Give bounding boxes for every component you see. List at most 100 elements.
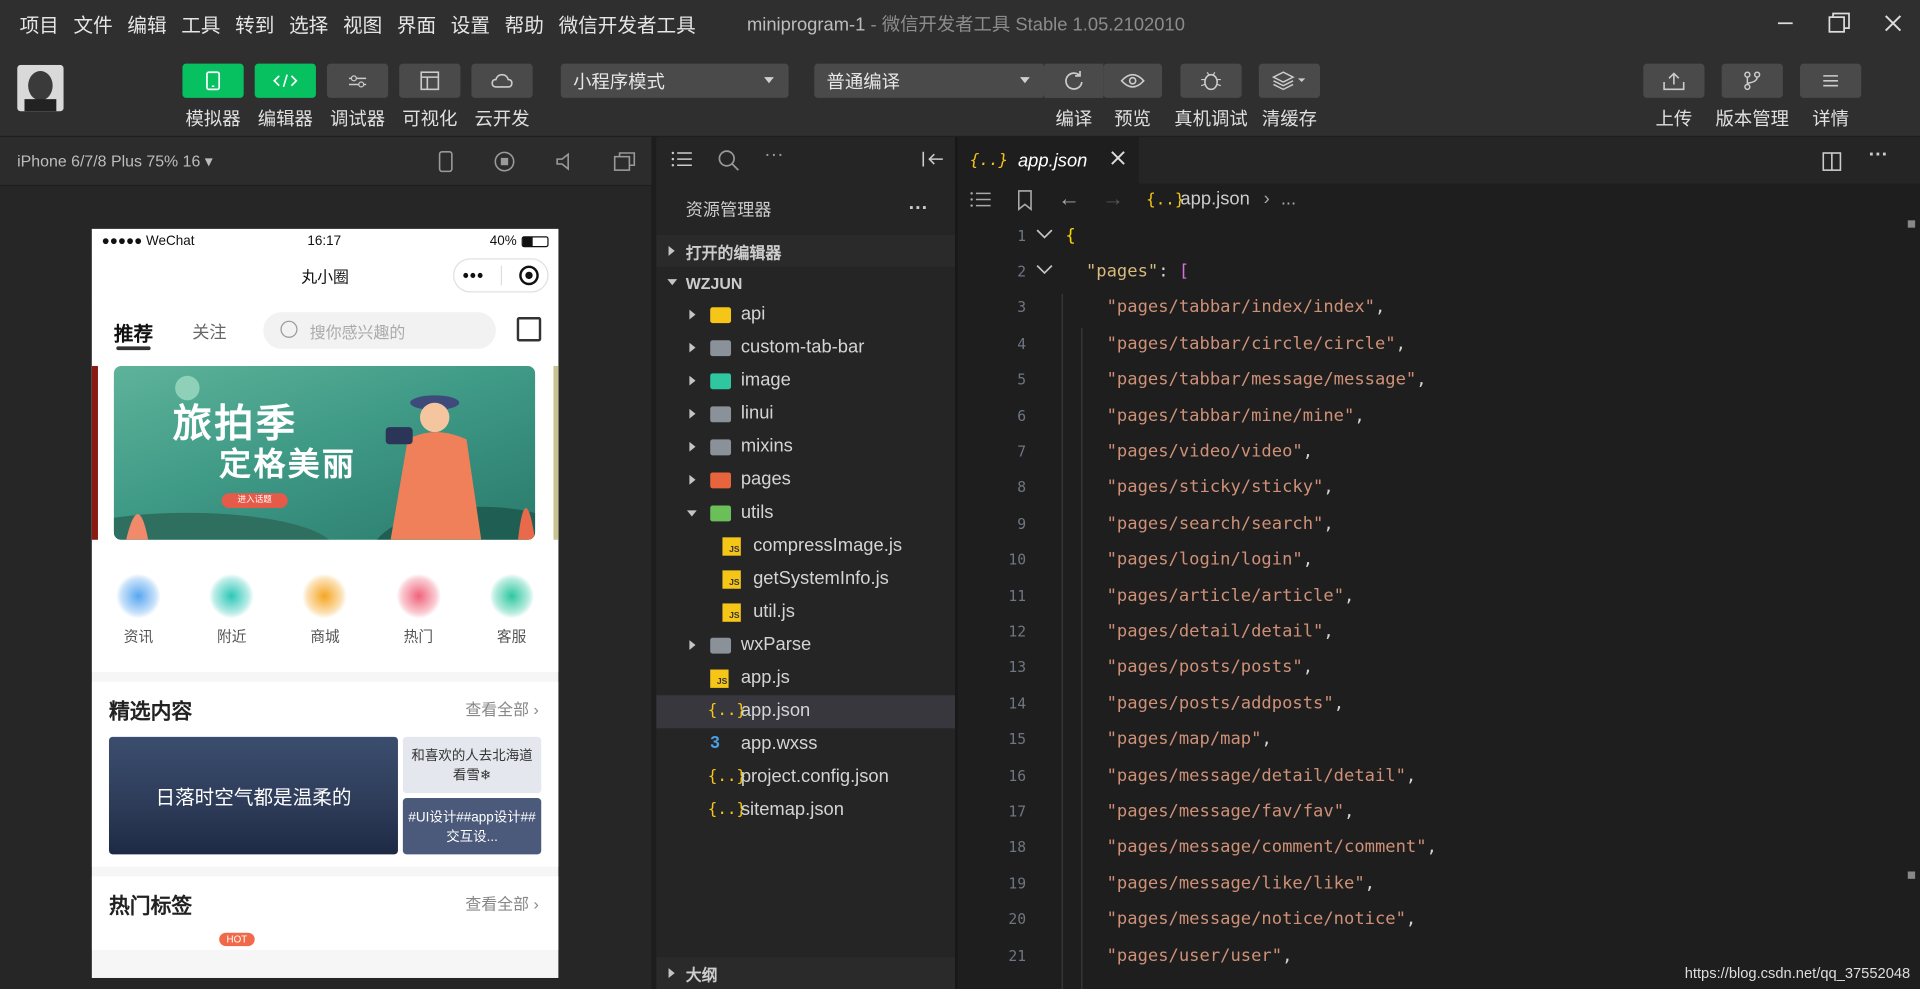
menu-item[interactable]: 文件 xyxy=(73,9,112,38)
tree-file[interactable]: JS compressImage.js xyxy=(656,530,955,563)
collapse-panel-icon[interactable] xyxy=(921,151,945,168)
menu-item[interactable]: 帮助 xyxy=(505,9,544,38)
tab-recommend[interactable]: 推荐 xyxy=(114,317,153,346)
category-item[interactable]: 热门 xyxy=(382,574,455,646)
category-item[interactable]: 客服 xyxy=(475,574,548,646)
search-icon[interactable] xyxy=(718,149,740,171)
chevron-down-icon xyxy=(667,279,678,286)
forward-arrow-icon[interactable]: → xyxy=(1102,186,1124,212)
tree-folder[interactable]: utils xyxy=(656,497,955,530)
line-number: 21 xyxy=(1008,946,1027,964)
css-file-icon: 3 xyxy=(710,731,720,752)
tab-follow[interactable]: 关注 xyxy=(192,319,226,343)
menu-item[interactable]: 设置 xyxy=(451,9,490,38)
upload-button[interactable] xyxy=(1643,63,1705,98)
banner-slide[interactable]: 旅拍季 定格美丽 进入话题 xyxy=(113,365,536,540)
list-icon[interactable] xyxy=(671,151,693,168)
featured-see-all-link[interactable]: 查看全部 › xyxy=(465,696,538,719)
tree-folder[interactable]: pages xyxy=(656,464,955,497)
split-editor-icon[interactable] xyxy=(1822,152,1842,172)
tree-folder[interactable]: custom-tab-bar xyxy=(656,332,955,365)
app-version: 微信开发者工具 Stable 1.05.2102010 xyxy=(881,14,1185,36)
category-item[interactable]: 附近 xyxy=(195,574,268,646)
code-text: "pages/posts/addposts", xyxy=(1106,693,1345,714)
capsule-menu[interactable]: ••• xyxy=(453,258,549,293)
watermark: https://blog.csdn.net/qq_37552048 xyxy=(1684,964,1911,982)
featured-card-main[interactable]: 日落时空气都是温柔的 xyxy=(108,736,398,855)
scan-icon[interactable] xyxy=(516,317,542,342)
menu-item[interactable]: 转到 xyxy=(235,9,274,38)
mode-select[interactable]: 小程序模式 xyxy=(560,63,789,98)
outline-section[interactable]: 大纲 xyxy=(656,957,956,989)
phone-search-input[interactable]: 搜你感兴趣的 xyxy=(263,312,496,349)
minimize-button[interactable] xyxy=(1758,0,1812,47)
banner-cta-button[interactable]: 进入话题 xyxy=(221,493,288,508)
phone-icon[interactable] xyxy=(433,149,457,173)
chevron-right-icon xyxy=(689,342,696,353)
hot-see-all-link[interactable]: 查看全部 › xyxy=(465,891,538,914)
tree-file[interactable]: JS app.js xyxy=(656,662,955,695)
banner-carousel[interactable]: 旅拍季 定格美丽 进入话题 xyxy=(91,361,559,557)
menu-item[interactable]: 选择 xyxy=(289,9,328,38)
device-select[interactable]: iPhone 6/7/8 Plus 75% 16 ▾ xyxy=(17,151,213,171)
preview-button[interactable] xyxy=(1103,63,1163,98)
tree-file[interactable]: {..} app.json xyxy=(656,695,956,729)
more-actions-icon[interactable]: ··· xyxy=(1869,144,1889,166)
fold-chevron-icon[interactable] xyxy=(1026,254,1065,290)
remote-debug-button[interactable] xyxy=(1180,63,1242,98)
tree-folder[interactable]: mixins xyxy=(656,431,955,464)
simulator-button[interactable] xyxy=(182,63,244,98)
category-icon xyxy=(396,574,441,619)
stop-icon[interactable] xyxy=(492,149,516,173)
menu-item[interactable]: 微信开发者工具 xyxy=(559,9,696,38)
tree-file[interactable]: {..} project.config.json xyxy=(656,761,955,794)
open-editors-section[interactable]: 打开的编辑器 xyxy=(656,235,956,267)
editor-button[interactable] xyxy=(254,63,316,98)
volume-icon[interactable] xyxy=(552,149,576,173)
back-arrow-icon[interactable]: ← xyxy=(1058,186,1080,212)
outline-list-icon[interactable] xyxy=(970,191,992,208)
category-item[interactable]: 资讯 xyxy=(102,574,175,646)
breadcrumb-file[interactable]: app.json xyxy=(1180,188,1249,209)
more-dots-icon[interactable]: ··· xyxy=(764,144,784,166)
compile-button[interactable] xyxy=(1044,63,1104,98)
cloud-button[interactable] xyxy=(471,63,533,98)
line-number: 11 xyxy=(1008,587,1027,605)
clear-cache-button[interactable] xyxy=(1258,63,1321,98)
breadcrumb-symbol[interactable]: ... xyxy=(1281,188,1296,209)
fold-chevron-icon[interactable] xyxy=(1026,218,1065,254)
tree-file[interactable]: {..} sitemap.json xyxy=(656,794,955,827)
avatar[interactable] xyxy=(17,64,64,112)
menu-item[interactable]: 工具 xyxy=(181,9,220,38)
editor-tab-app-json[interactable]: {..} app.json xyxy=(957,137,1139,184)
close-miniapp-icon[interactable] xyxy=(519,265,539,286)
tree-file[interactable]: 3 app.wxss xyxy=(656,728,955,761)
visual-button[interactable] xyxy=(399,63,461,98)
restore-button[interactable] xyxy=(1812,0,1866,47)
category-item[interactable]: 商城 xyxy=(288,574,361,646)
version-button[interactable] xyxy=(1721,63,1783,98)
tree-file[interactable]: JS util.js xyxy=(656,596,955,629)
featured-card-side-b[interactable]: #UI设计##app设计##交互设... xyxy=(402,798,542,855)
tree-file[interactable]: JS getSystemInfo.js xyxy=(656,563,955,596)
featured-card-side-a[interactable]: 和喜欢的人去北海道看雪❄ xyxy=(402,736,542,794)
menu-item[interactable]: 项目 xyxy=(20,9,59,38)
close-window-button[interactable] xyxy=(1866,0,1920,47)
code-area[interactable]: 1{2 "pages": [3 "pages/tabbar/index/inde… xyxy=(958,218,1920,989)
menu-item[interactable]: 界面 xyxy=(397,9,436,38)
explorer-more-icon[interactable]: ··· xyxy=(909,198,929,220)
tree-folder[interactable]: wxParse xyxy=(656,629,955,662)
more-dots-icon[interactable]: ••• xyxy=(463,266,485,286)
details-button[interactable] xyxy=(1800,63,1862,98)
tree-folder[interactable]: image xyxy=(656,365,955,398)
menu-item[interactable]: 视图 xyxy=(343,9,382,38)
project-root[interactable]: WZJUN xyxy=(656,267,955,299)
tree-folder[interactable]: api xyxy=(656,299,955,332)
compile-select[interactable]: 普通编译 xyxy=(814,63,1045,98)
bookmark-icon[interactable] xyxy=(1016,190,1033,212)
close-tab-icon[interactable] xyxy=(1109,149,1126,166)
tree-folder[interactable]: linui xyxy=(656,398,955,431)
popout-icon[interactable] xyxy=(612,149,636,173)
debugger-button[interactable] xyxy=(326,63,389,98)
menu-item[interactable]: 编辑 xyxy=(127,9,166,38)
